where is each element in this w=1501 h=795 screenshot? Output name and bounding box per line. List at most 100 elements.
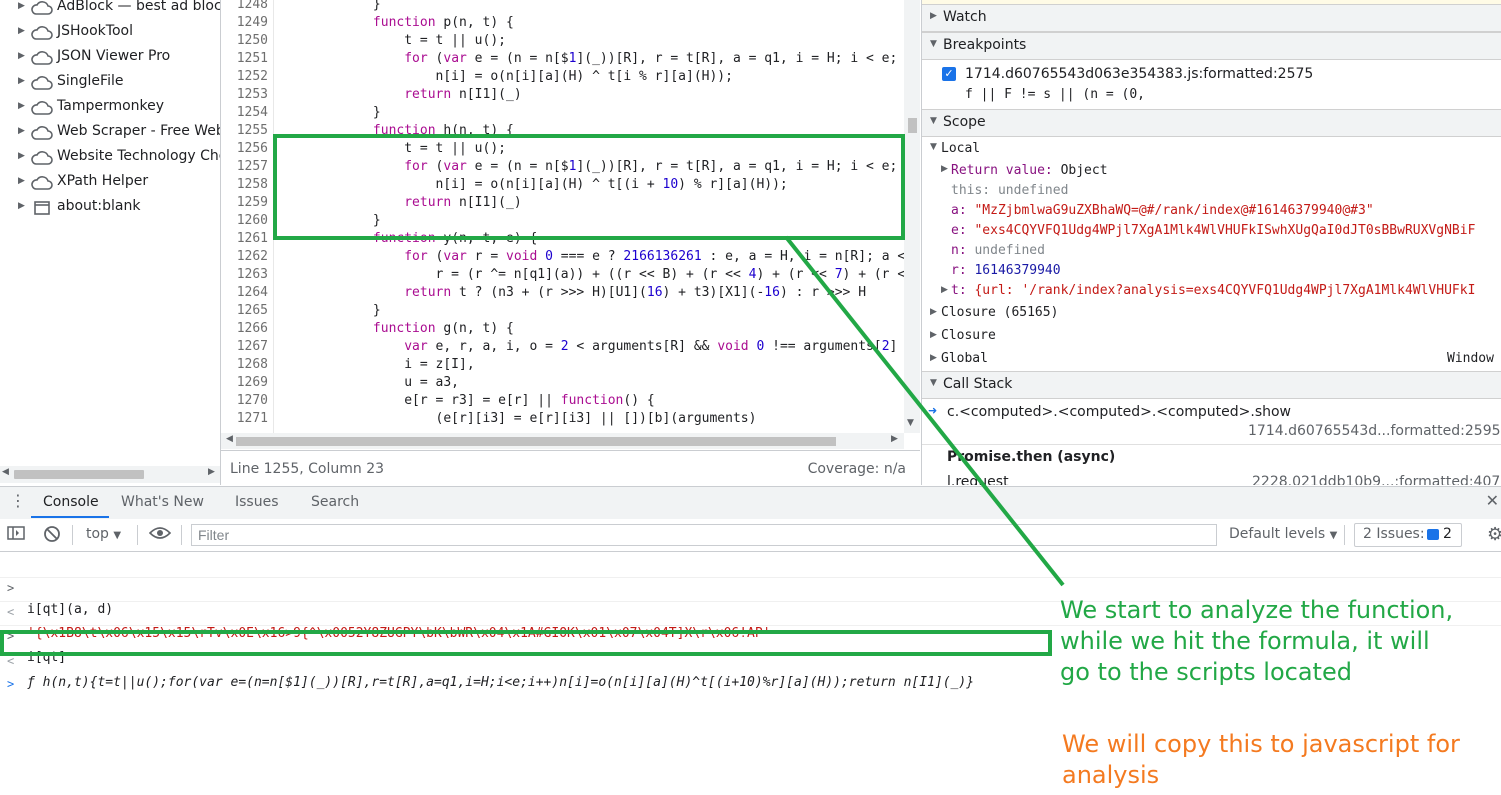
expand-arrow-icon[interactable]: ▶ (18, 176, 25, 186)
sidebar-horizontal-scrollbar[interactable]: ◀ ▶ (0, 466, 220, 483)
scope-closure[interactable]: Closure (65165) (941, 305, 1058, 320)
tree-item-tampermonkey[interactable]: ▶ Tampermonkey (0, 96, 220, 121)
code-line[interactable]: 1269 u = a3, (221, 374, 904, 392)
callstack-frame-location[interactable]: 1714.d60765543d...formatted:2595 (1248, 423, 1501, 439)
code-line[interactable]: 1250 t = t || u(); (221, 32, 904, 50)
scroll-right-icon[interactable]: ▶ (208, 467, 215, 477)
tree-item-adblock[interactable]: ▶ AdBlock — best ad blocker (0, 0, 220, 21)
expand-arrow-icon[interactable]: ▶ (941, 285, 948, 295)
line-number[interactable]: 1262 (221, 248, 268, 266)
expand-arrow-icon[interactable]: ▼ (930, 378, 937, 388)
coverage-status[interactable]: Coverage: n/a (808, 461, 906, 477)
code-line[interactable]: 1252 n[i] = o(n[i][a](H) ^ t[i % r][a](H… (221, 68, 904, 86)
scope-section-header[interactable]: ▼ Scope (922, 109, 1501, 137)
expand-arrow-icon[interactable]: ▶ (18, 76, 25, 86)
expand-arrow-icon[interactable]: ▶ (18, 201, 25, 211)
tab-whats-new[interactable]: What's New (121, 494, 204, 510)
code-line[interactable]: 1262 for (var r = void 0 === e ? 2166136… (221, 248, 904, 266)
line-number[interactable]: 1258 (221, 176, 268, 194)
callstack-frame-name[interactable]: c.<computed>.<computed>.<computed>.show (947, 404, 1291, 420)
collapse-arrow-icon[interactable]: ▶ (930, 11, 937, 21)
expand-arrow-icon[interactable]: ▼ (930, 142, 937, 152)
line-number[interactable]: 1260 (221, 212, 268, 230)
tree-item-json-viewer[interactable]: ▶ JSON Viewer Pro (0, 46, 220, 71)
scrollbar-thumb[interactable] (236, 437, 836, 446)
line-number[interactable]: 1268 (221, 356, 268, 374)
line-number[interactable]: 1267 (221, 338, 268, 356)
code-line[interactable]: 1254 } (221, 104, 904, 122)
line-number[interactable]: 1249 (221, 14, 268, 32)
tree-item-web-scraper[interactable]: ▶ Web Scraper - Free Web Scraping (0, 121, 220, 146)
context-selector[interactable]: top ▼ (86, 526, 121, 542)
line-number[interactable]: 1255 (221, 122, 268, 140)
expand-arrow-icon[interactable]: ▶ (930, 307, 937, 317)
tree-item-jshooktool[interactable]: ▶ JSHookTool (0, 21, 220, 46)
line-number[interactable]: 1259 (221, 194, 268, 212)
breakpoints-section-header[interactable]: ▼ Breakpoints (922, 32, 1501, 60)
breakpoint-checkbox[interactable]: ✓ (942, 67, 956, 81)
code-line[interactable]: 1268 i = z[I], (221, 356, 904, 374)
sidebar-toggle-icon[interactable] (7, 525, 25, 545)
line-number[interactable]: 1250 (221, 32, 268, 50)
eye-icon[interactable] (148, 525, 172, 545)
line-number[interactable]: 1252 (221, 68, 268, 86)
code-line[interactable]: 1248 } (221, 0, 904, 14)
line-number[interactable]: 1266 (221, 320, 268, 338)
code-line[interactable]: 1270 e[r = r3] = e[r] || function() { (221, 392, 904, 410)
scope-local[interactable]: Local (941, 141, 980, 156)
tree-item-website-technology[interactable]: ▶ Website Technology Checker (0, 146, 220, 171)
code-line[interactable]: 1263 r = (r ^= n[q1](a)) + ((r << B) + (… (221, 266, 904, 284)
tree-item-xpath-helper[interactable]: ▶ XPath Helper (0, 171, 220, 196)
expand-arrow-icon[interactable]: ▼ (930, 39, 937, 49)
console-input-row[interactable]: > i[qt](a, d) (0, 555, 1501, 617)
expand-arrow-icon[interactable]: ▶ (930, 330, 937, 340)
line-number[interactable]: 1269 (221, 374, 268, 392)
scroll-right-icon[interactable]: ▶ (891, 434, 898, 444)
expand-arrow-icon[interactable]: ▶ (18, 1, 25, 11)
line-number[interactable]: 1261 (221, 230, 268, 248)
code-line[interactable]: 1265 } (221, 302, 904, 320)
line-number[interactable]: 1248 (221, 0, 268, 14)
tab-console[interactable]: Console (43, 494, 99, 510)
expand-arrow-icon[interactable]: ▶ (930, 353, 937, 363)
line-number[interactable]: 1256 (221, 140, 268, 158)
more-options-icon[interactable]: ⋮ (10, 491, 26, 510)
callstack-section-header[interactable]: ▼ Call Stack (922, 371, 1501, 399)
code-line[interactable]: 1267 var e, r, a, i, o = 2 < arguments[R… (221, 338, 904, 356)
code-editor[interactable]: 1248 } 1249 function p(n, t) {1250 t = t … (221, 0, 920, 486)
code-line[interactable]: 1271 (e[r][i3] = e[r][i3] || [])[b](argu… (221, 410, 904, 428)
issues-counter-button[interactable]: 2 Issues: 2 (1354, 523, 1462, 547)
code-line[interactable]: 1249 function p(n, t) { (221, 14, 904, 32)
breakpoint-location[interactable]: 1714.d60765543d063e354383.js:formatted:2… (965, 66, 1313, 82)
expand-arrow-icon[interactable]: ▶ (941, 164, 948, 174)
code-line[interactable]: 1266 function g(n, t) { (221, 320, 904, 338)
tree-item-singlefile[interactable]: ▶ SingleFile (0, 71, 220, 96)
tab-search[interactable]: Search (311, 494, 359, 510)
expand-arrow-icon[interactable]: ▶ (18, 101, 25, 111)
editor-vertical-scrollbar[interactable]: ▼ (904, 0, 920, 433)
line-number[interactable]: 1263 (221, 266, 268, 284)
scope-global[interactable]: Global (941, 351, 988, 366)
line-number[interactable]: 1265 (221, 302, 268, 320)
line-number[interactable]: 1270 (221, 392, 268, 410)
scroll-down-icon[interactable]: ▼ (907, 418, 914, 428)
code-line[interactable]: 1264 return t ? (n3 + (r >>> H)[U1](16) … (221, 284, 904, 302)
scrollbar-thumb[interactable] (908, 118, 917, 133)
scope-closure[interactable]: Closure (941, 328, 996, 343)
close-icon[interactable]: ✕ (1486, 491, 1499, 510)
expand-arrow-icon[interactable]: ▶ (18, 151, 25, 161)
line-number[interactable]: 1251 (221, 50, 268, 68)
tree-item-about-blank[interactable]: ▶ about:blank (0, 196, 220, 221)
callstack-frame-name[interactable]: l.request (947, 474, 1009, 485)
settings-gear-icon[interactable]: ⚙ (1487, 524, 1501, 545)
clear-console-icon[interactable] (43, 525, 61, 547)
tab-issues[interactable]: Issues (235, 494, 279, 510)
code-line[interactable]: 1253 return n[I1](_) (221, 86, 904, 104)
scope-var-t[interactable]: t: {url: '/rank/index?analysis=exs4CQYVF… (951, 283, 1475, 298)
line-number[interactable]: 1264 (221, 284, 268, 302)
scroll-left-icon[interactable]: ◀ (2, 467, 9, 477)
console-filter-input[interactable] (191, 524, 1217, 546)
watch-section-header[interactable]: ▶ Watch (922, 4, 1501, 32)
line-number[interactable]: 1254 (221, 104, 268, 122)
expand-arrow-icon[interactable]: ▶ (18, 51, 25, 61)
